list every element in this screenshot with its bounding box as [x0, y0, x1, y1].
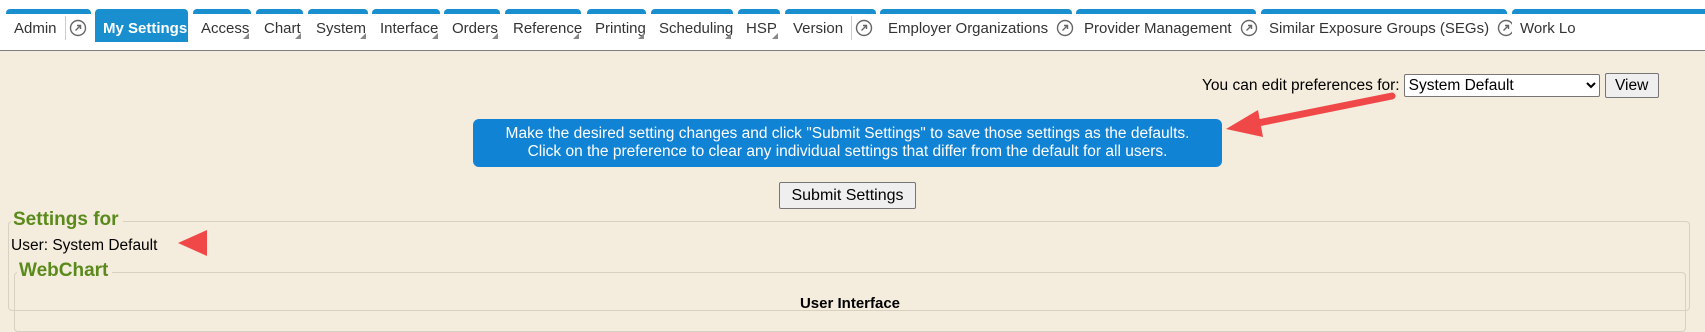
external-link-icon[interactable]	[852, 14, 876, 42]
tab-employer-organizations-label: Employer Organizations	[888, 19, 1049, 37]
tab-chart-label: Chart	[264, 19, 301, 37]
tab-system-label: System	[316, 19, 367, 37]
view-button[interactable]: View	[1604, 73, 1659, 98]
tab-access[interactable]: Access	[193, 9, 251, 42]
settings-user-line: User: System Default	[11, 237, 158, 254]
tab-scheduling-label: Scheduling	[659, 19, 734, 37]
tab-hsp[interactable]: HSP	[738, 9, 780, 42]
webchart-legend: WebChart	[17, 260, 113, 282]
tab-admin-label: Admin	[14, 19, 57, 37]
external-link-icon[interactable]	[1056, 14, 1074, 42]
tab-provider-management[interactable]: Provider Management	[1076, 9, 1258, 42]
tab-work-lo-label: Work Lo	[1520, 19, 1576, 37]
tab-hsp-label: HSP	[746, 19, 777, 37]
tab-printing[interactable]: Printing	[587, 9, 646, 42]
tab-my-settings-label: My Settings	[103, 19, 188, 37]
instructions-notice: Make the desired setting changes and cli…	[473, 119, 1222, 167]
tab-orders[interactable]: Orders	[444, 9, 500, 42]
tab-interface[interactable]: Interface	[372, 9, 440, 42]
external-link-icon[interactable]	[65, 14, 91, 42]
preferences-row: You can edit preferences for: System Def…	[1202, 73, 1659, 98]
submit-settings-button[interactable]: Submit Settings	[779, 182, 916, 209]
user-interface-heading: User Interface	[799, 295, 901, 312]
tab-work-lo[interactable]: Work Lo	[1512, 9, 1705, 42]
tab-system[interactable]: System	[308, 9, 368, 42]
tab-chart[interactable]: Chart	[256, 9, 303, 42]
tab-orders-label: Orders	[452, 19, 498, 37]
tab-similar-exposure-groups[interactable]: Similar Exposure Groups (SEGs)	[1261, 9, 1515, 42]
tab-printing-label: Printing	[595, 19, 646, 37]
tab-employer-organizations[interactable]: Employer Organizations	[880, 9, 1074, 42]
tab-similar-exposure-groups-label: Similar Exposure Groups (SEGs)	[1269, 19, 1490, 37]
preferences-label: You can edit preferences for:	[1202, 76, 1400, 94]
tab-reference[interactable]: Reference	[505, 9, 582, 42]
webchart-fieldset: WebChart User Interface	[14, 260, 1686, 332]
tab-provider-management-label: Provider Management	[1084, 19, 1232, 37]
external-link-icon[interactable]	[1240, 14, 1258, 42]
tab-admin[interactable]: Admin	[6, 9, 91, 42]
tab-version-label: Version	[793, 19, 844, 37]
notice-line-2: Click on the preference to clear any ind…	[527, 143, 1168, 160]
settings-fieldset: Settings for User: System Default WebCha…	[8, 209, 1690, 332]
top-tab-bar: Admin My Settings Access Chart System In…	[0, 0, 1705, 51]
tab-scheduling[interactable]: Scheduling	[651, 9, 733, 42]
preferences-select[interactable]: System Default	[1403, 74, 1600, 97]
settings-legend: Settings for	[11, 209, 123, 231]
tab-reference-label: Reference	[513, 19, 583, 37]
tab-interface-label: Interface	[380, 19, 439, 37]
tab-my-settings[interactable]: My Settings	[95, 9, 188, 42]
tab-access-label: Access	[201, 19, 250, 37]
page-scrollbar[interactable]	[1697, 51, 1705, 295]
notice-line-1: Make the desired setting changes and cli…	[505, 125, 1190, 142]
tab-version[interactable]: Version	[785, 9, 876, 42]
